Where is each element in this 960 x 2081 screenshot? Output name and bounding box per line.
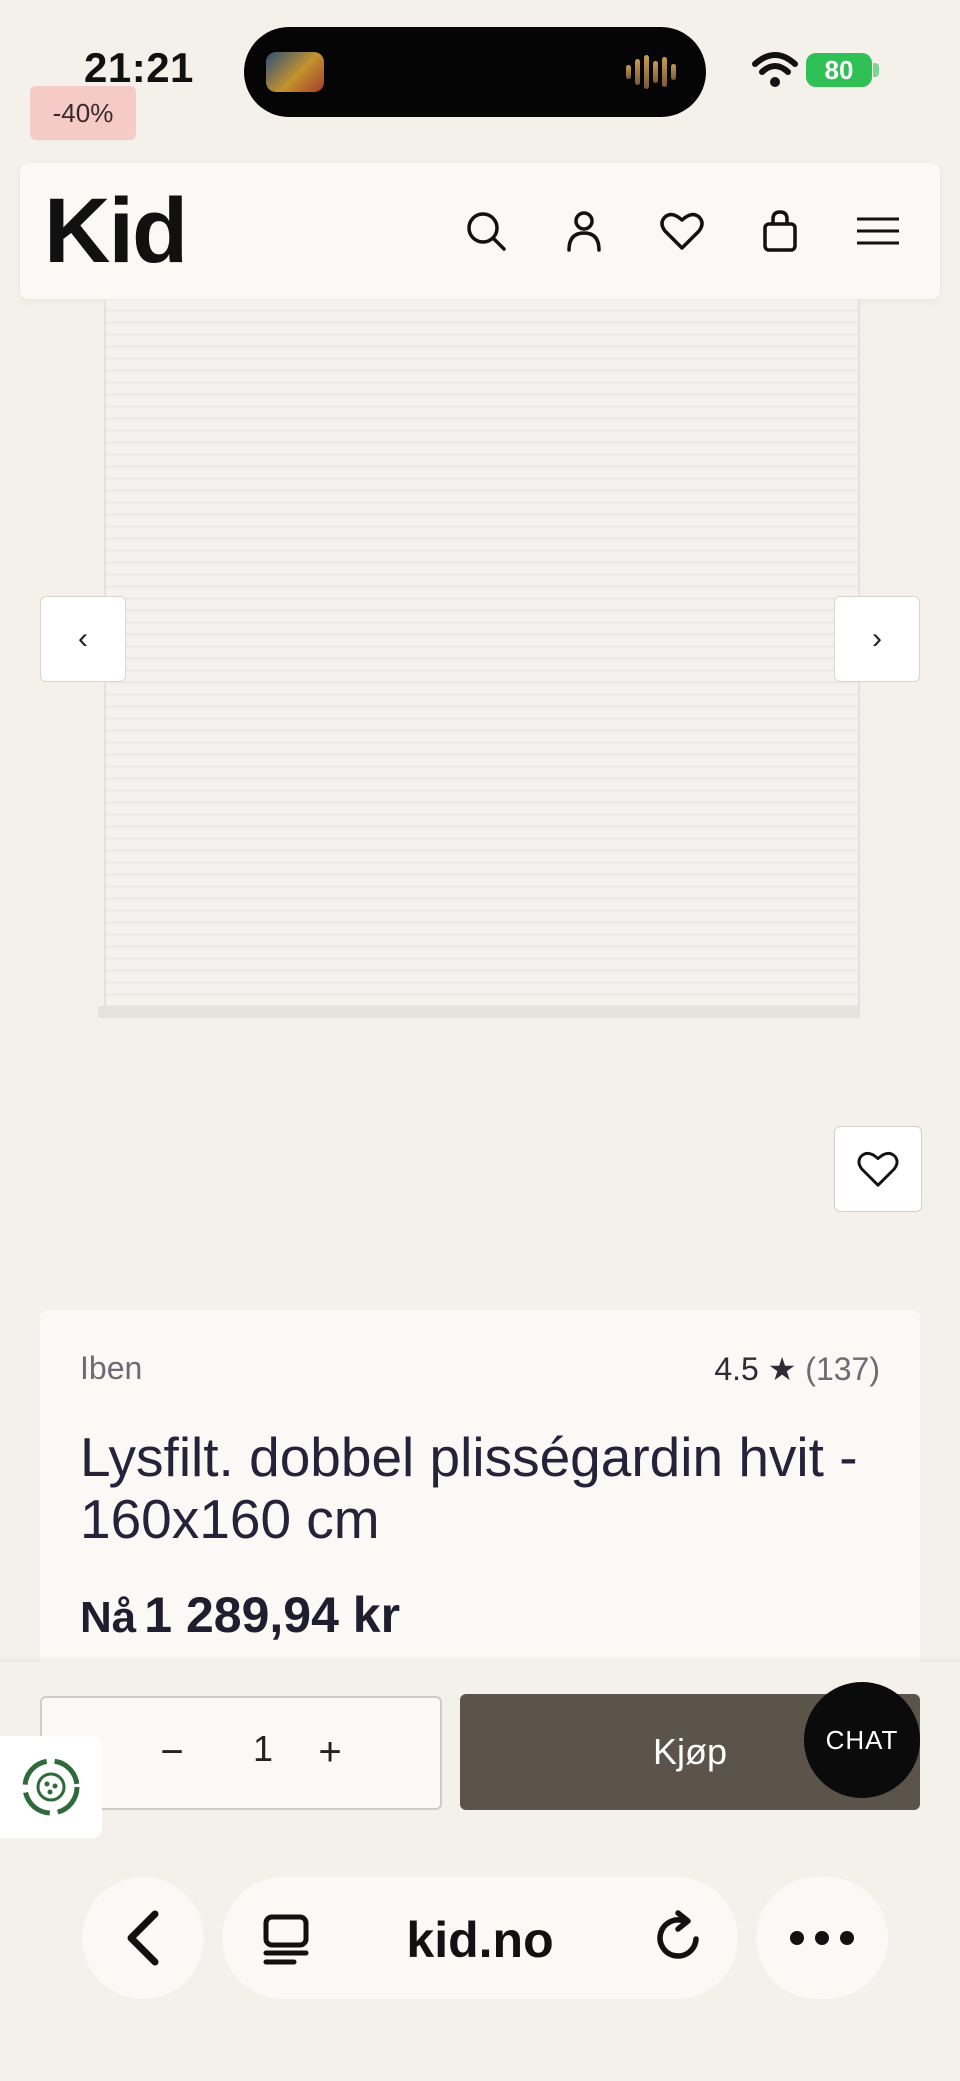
site-logo[interactable]: Kid [44,183,188,279]
recycle-icon [22,1758,80,1816]
product-info-card: Iben 4.5 ★ (137) Lysfilt. dobbel plisség… [40,1310,920,1670]
search-icon[interactable] [458,203,514,259]
ellipsis-icon [790,1931,854,1945]
cart-icon[interactable] [752,203,808,259]
product-rating[interactable]: 4.5 ★ (137) [714,1350,880,1388]
carousel-next-button[interactable]: › [834,596,920,682]
product-brand[interactable]: Iben [80,1350,142,1387]
product-price: Nå 1 289,94 kr [80,1586,400,1644]
now-playing-artwork-icon [266,52,324,92]
product-image-rail [98,1006,860,1018]
price-value: 1 289,94 kr [144,1587,401,1643]
product-image[interactable] [104,300,860,1010]
account-icon[interactable] [556,203,612,259]
battery-tip [873,63,879,77]
reload-icon[interactable] [650,1909,708,1967]
status-bar: 21:21 80 [0,0,960,140]
browser-toolbar: kid.no [0,1862,960,2081]
menu-icon[interactable] [848,203,908,259]
address-bar[interactable]: kid.no [222,1877,738,1999]
quantity-decrease-button[interactable]: − [142,1724,202,1780]
more-options-button[interactable] [756,1877,888,1999]
eco-recycle-badge[interactable] [0,1736,102,1838]
status-time: 21:21 [84,44,194,91]
wifi-icon [752,52,798,87]
browser-back-button[interactable] [82,1877,204,1999]
product-title: Lysfilt. dobbel plisségardin hvit - 160x… [80,1426,858,1550]
rating-value: 4.5 [714,1351,759,1387]
review-count: (137) [805,1351,880,1387]
audio-waveform-icon [626,54,682,90]
back-chevron-icon [127,1910,159,1966]
wishlist-icon[interactable] [654,203,710,259]
price-prefix: Nå [80,1593,137,1642]
site-header: Kid [20,163,940,299]
discount-badge: -40% [30,86,136,140]
star-icon: ★ [767,1351,797,1387]
purchase-bar: − 1 + Kjøp CHAT [0,1662,960,1862]
quantity-value[interactable]: 1 [238,1728,288,1770]
carousel-prev-button[interactable]: ‹ [40,596,126,682]
add-to-wishlist-button[interactable] [834,1126,922,1212]
battery-level: 80 [824,54,854,85]
quantity-increase-button[interactable]: + [300,1724,360,1780]
battery-icon: 80 [806,53,872,87]
dynamic-island[interactable] [244,27,706,117]
chat-button[interactable]: CHAT [804,1682,920,1798]
heart-icon [857,1151,899,1187]
